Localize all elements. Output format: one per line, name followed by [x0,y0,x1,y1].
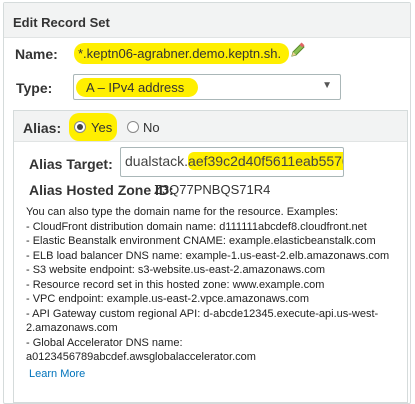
alias-target-prefix: dualstack. [125,153,189,169]
help-line: - Global Accelerator DNS name: [26,336,183,349]
alias-target-value: dualstack.aef39c2d40f5611eab55706c [125,152,343,170]
record-name-value: *.keptn06-agrabner.demo.keptn.sh. [74,43,290,64]
alias-no-label[interactable]: No [143,120,160,135]
type-select[interactable]: A – IPv4 address ▼ [73,74,341,100]
help-line: - CloudFront distribution domain name: d… [26,220,367,233]
type-select-value: A – IPv4 address [76,78,199,97]
alias-section: Alias: Yes No Alias Target: dualstack.ae… [13,110,408,403]
alias-help-text: You can also type the domain name for th… [26,205,398,381]
help-line: a0123456789abcdef.awsglobalaccelerator.c… [26,351,256,363]
pencil-icon[interactable] [290,42,306,58]
alias-no-radio[interactable] [127,121,139,133]
alias-target-highlighted: aef39c2d40f5611eab55706c [188,152,343,170]
help-line: - VPC endpoint: example.us-east-2.vpce.a… [26,293,310,305]
help-line: - Resource record set in this hosted zon… [26,278,325,291]
name-label: Name: [15,46,58,62]
help-line: - Elastic Beanstalk environment CNAME: e… [26,235,376,247]
help-line: - S3 website endpoint: s3-website.us-eas… [26,264,325,276]
hosted-zone-value: Z3Q77PNBQS71R4 [154,182,271,197]
panel-header: Edit Record Set [4,3,410,38]
alias-yes-label[interactable]: Yes [91,120,112,135]
alias-label: Alias: [23,120,62,136]
alias-target-input[interactable]: dualstack.aef39c2d40f5611eab55706c [120,147,344,177]
edit-record-set-panel: Edit Record Set Name: *.keptn06-agrabner… [3,2,411,404]
panel-title: Edit Record Set [13,15,110,30]
help-line: - API Gateway custom regional API: d-abc… [26,307,379,320]
alias-yes-radio[interactable] [74,121,86,133]
help-line: - ELB load balancer DNS name: example-1.… [26,249,390,262]
help-line: You can also type the domain name for th… [26,206,339,218]
alias-header: Alias: Yes No [14,111,407,142]
chevron-down-icon: ▼ [322,80,332,91]
learn-more-link[interactable]: Learn More [29,367,398,382]
hosted-zone-label: Alias Hosted Zone ID: [29,182,174,198]
type-label: Type: [16,80,53,96]
alias-target-label: Alias Target: [29,156,113,172]
help-line: 2.amazonaws.com [26,322,118,334]
